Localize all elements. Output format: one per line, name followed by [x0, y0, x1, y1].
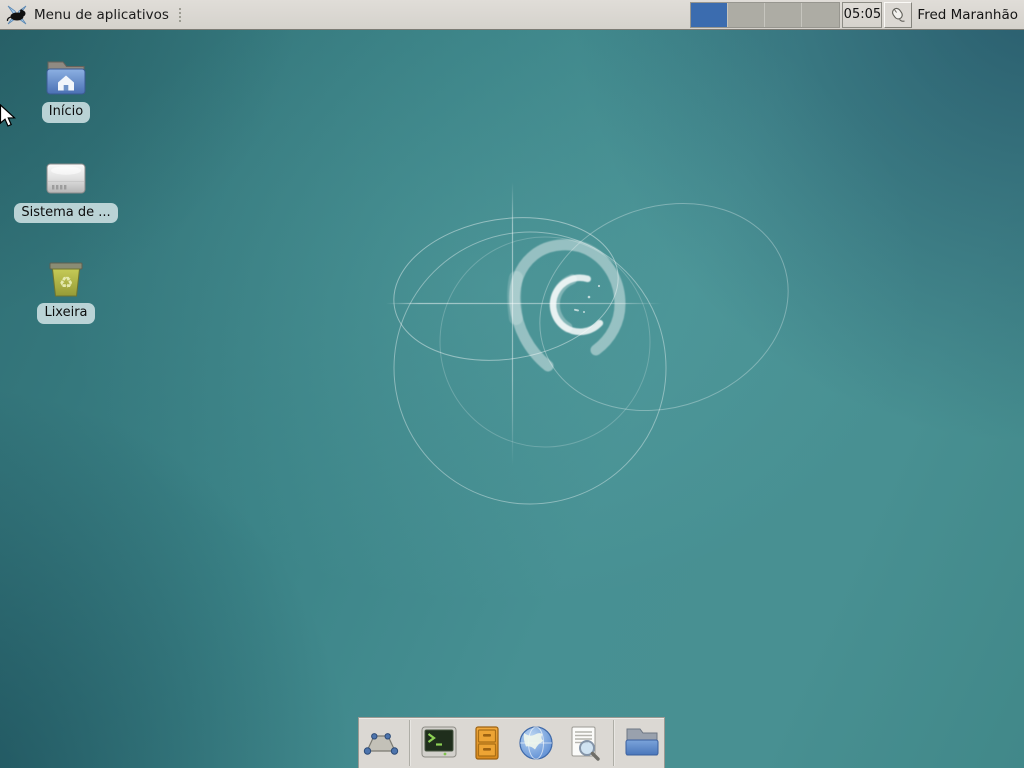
svg-text:♻: ♻	[59, 273, 73, 292]
panel-clock[interactable]: 05:05	[842, 2, 882, 28]
file-manager-icon	[622, 723, 662, 763]
debian-swirl	[514, 245, 620, 366]
dock-separator	[613, 720, 614, 766]
mouse-settings-button[interactable]	[884, 2, 912, 28]
desktop-icon-label: Sistema de ...	[14, 203, 117, 224]
dock-separator	[409, 720, 410, 766]
home-folder-icon	[44, 58, 88, 98]
top-panel: Menu de aplicativos 05:05 Fred	[0, 0, 1024, 30]
file-cabinet-icon	[467, 723, 507, 763]
desktop-icons: Início Sistema de ...	[18, 58, 114, 360]
desktop-icon-trash[interactable]: ♻ Lixeira	[18, 259, 114, 324]
workspace-1[interactable]	[691, 3, 728, 27]
desktop-icon-label: Lixeira	[37, 303, 94, 324]
mouse-cursor	[0, 104, 19, 128]
application-finder-icon	[564, 723, 604, 763]
menu-label: Menu de aplicativos	[34, 7, 169, 23]
xfce-logo-icon	[6, 4, 28, 26]
dock	[358, 717, 665, 768]
filesystem-drive-icon	[44, 159, 88, 199]
web-browser-icon	[516, 723, 556, 763]
panel-handle	[179, 8, 181, 22]
show-desktop-button[interactable]	[359, 721, 402, 765]
show-desktop-icon	[361, 723, 401, 763]
mouse-icon	[888, 5, 908, 25]
workspace-switcher	[690, 2, 840, 28]
username-label[interactable]: Fred Maranhão	[917, 7, 1018, 23]
terminal-icon	[419, 723, 459, 763]
wallpaper-lines-art	[0, 0, 1024, 768]
application-finder-launcher[interactable]	[562, 721, 605, 765]
workspace-3[interactable]	[765, 3, 802, 27]
desktop-icon-home[interactable]: Início	[18, 58, 114, 123]
workspace-4[interactable]	[802, 3, 839, 27]
file-manager-launcher[interactable]	[621, 721, 664, 765]
terminal-launcher[interactable]	[417, 721, 460, 765]
desktop-icon-label: Início	[42, 102, 90, 123]
desktop-icon-filesystem[interactable]: Sistema de ...	[18, 159, 114, 224]
web-browser-launcher[interactable]	[514, 721, 557, 765]
applications-menu-button[interactable]: Menu de aplicativos	[0, 0, 187, 29]
trash-icon: ♻	[44, 259, 88, 299]
wallpaper: Início Sistema de ...	[0, 0, 1024, 768]
workspace-2[interactable]	[728, 3, 765, 27]
desktop-screen: Início Sistema de ...	[0, 0, 1024, 768]
file-cabinet-launcher[interactable]	[466, 721, 509, 765]
